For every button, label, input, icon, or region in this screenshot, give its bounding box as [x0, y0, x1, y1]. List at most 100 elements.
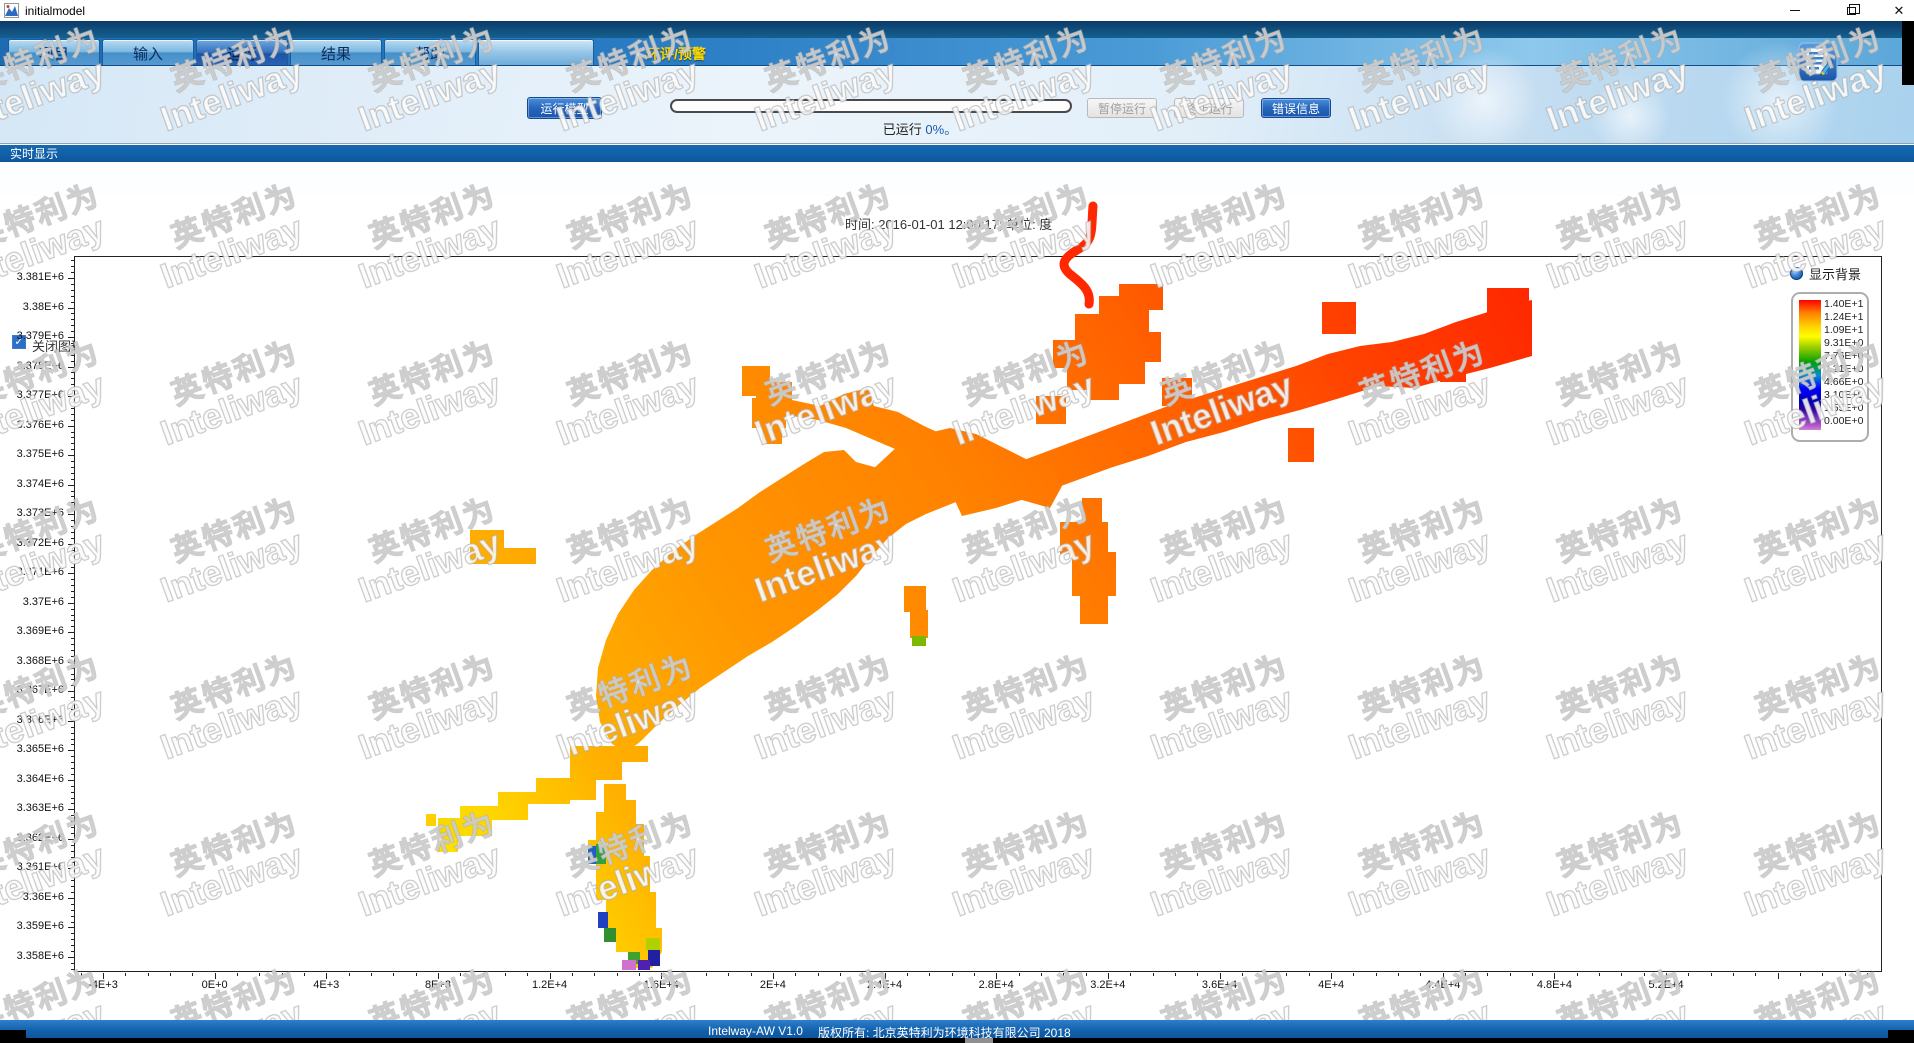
tick	[483, 973, 484, 976]
colorbar-values: 1.40E+11.24E+11.09E+19.31E+07.76E+06.21E…	[1824, 298, 1870, 428]
tick	[170, 973, 171, 976]
tick	[71, 674, 74, 675]
tick	[71, 325, 74, 326]
tick	[572, 973, 573, 976]
tick	[71, 798, 74, 799]
tick	[71, 591, 74, 592]
legend-value: 0.00E+0	[1824, 415, 1870, 428]
window-corner	[0, 1030, 26, 1043]
tick	[885, 973, 886, 979]
tick	[71, 313, 74, 314]
time-caption: 时间: 2016-01-01 12:00:17; 单位: 度	[845, 214, 1052, 233]
tick	[71, 615, 74, 616]
y-axis-label: 3.371E+6	[0, 566, 64, 578]
terminate-run-button[interactable]: 终止运行	[1174, 98, 1244, 118]
pause-run-button[interactable]: 暂停运行	[1087, 98, 1157, 118]
tick	[1197, 973, 1198, 976]
tick	[71, 739, 74, 740]
tab-huanping-yujing[interactable]: 环评/预警	[646, 44, 706, 64]
tick	[71, 266, 74, 267]
tick	[438, 973, 439, 979]
tick	[1845, 973, 1846, 976]
tick	[71, 319, 74, 320]
run-model-button[interactable]: 运行模型	[527, 97, 602, 119]
tick	[71, 437, 74, 438]
tick	[71, 668, 74, 669]
tab-4[interactable]: 帮助	[384, 39, 476, 66]
tick	[818, 973, 819, 976]
tick	[215, 973, 216, 979]
tick	[71, 762, 74, 763]
tick	[71, 526, 74, 527]
tick	[1800, 973, 1801, 976]
tick	[1041, 973, 1042, 976]
tick	[684, 973, 685, 976]
tick	[71, 585, 74, 586]
tick	[68, 898, 74, 899]
tick	[71, 550, 74, 551]
tab-3[interactable]: 结果	[290, 39, 382, 66]
y-axis-label: 3.366E+6	[0, 714, 64, 726]
y-axis-label: 3.368E+6	[0, 655, 64, 667]
tick	[71, 774, 74, 775]
tick	[71, 874, 74, 875]
tick	[68, 485, 74, 486]
tick	[71, 473, 74, 474]
legend-value: 1.55E+0	[1824, 402, 1870, 415]
show-background-toggle[interactable]	[1790, 267, 1803, 280]
close-button[interactable]: ✕	[1884, 0, 1914, 20]
x-axis-label: 8E+3	[393, 979, 483, 991]
tick	[68, 455, 74, 456]
plot-area	[74, 256, 1882, 972]
tick	[68, 927, 74, 928]
tick	[550, 973, 551, 979]
tick	[71, 727, 74, 728]
tick	[68, 809, 74, 810]
tick	[1644, 973, 1645, 976]
tick	[1286, 973, 1287, 976]
tick	[68, 426, 74, 427]
tick	[71, 538, 74, 539]
tab-2[interactable]: 运行	[196, 39, 288, 66]
document-pencil-icon	[1798, 42, 1838, 82]
legend-value: 9.31E+0	[1824, 337, 1870, 350]
tick	[1822, 973, 1823, 976]
tick	[68, 662, 74, 663]
tab-blank[interactable]	[478, 39, 594, 66]
tick	[68, 750, 74, 751]
menu-tab-bar: 项目输入运行结果帮助	[0, 38, 1914, 66]
tick	[71, 892, 74, 893]
tick	[527, 973, 528, 976]
tick	[71, 626, 74, 627]
tick	[71, 414, 74, 415]
x-axis-label: 5.2E+4	[1621, 979, 1711, 991]
tick	[751, 973, 752, 976]
tick	[71, 372, 74, 373]
tick	[974, 973, 975, 976]
tick	[1487, 973, 1488, 976]
y-axis-label: 3.362E+6	[0, 832, 64, 844]
tick	[304, 973, 305, 976]
tab-1[interactable]: 输入	[102, 39, 194, 66]
tick	[103, 973, 104, 979]
error-info-button[interactable]: 错误信息	[1261, 98, 1331, 118]
tick	[71, 786, 74, 787]
restore-button[interactable]	[1836, 0, 1866, 20]
report-doc-button[interactable]	[1798, 42, 1838, 82]
tick	[71, 744, 74, 745]
tick	[68, 780, 74, 781]
y-axis-label: 3.364E+6	[0, 773, 64, 785]
x-axis-label: 4.8E+4	[1509, 979, 1599, 991]
tick	[71, 904, 74, 905]
tick	[71, 272, 74, 273]
minimize-button[interactable]	[1780, 0, 1810, 20]
tab-0[interactable]: 项目	[8, 39, 100, 66]
tick	[71, 709, 74, 710]
tick	[81, 973, 82, 976]
realtime-header-label: 实时显示	[10, 145, 58, 162]
tick	[71, 703, 74, 704]
tick	[1867, 973, 1868, 976]
tick	[71, 851, 74, 852]
tick	[71, 355, 74, 356]
y-axis-label: 3.367E+6	[0, 684, 64, 696]
